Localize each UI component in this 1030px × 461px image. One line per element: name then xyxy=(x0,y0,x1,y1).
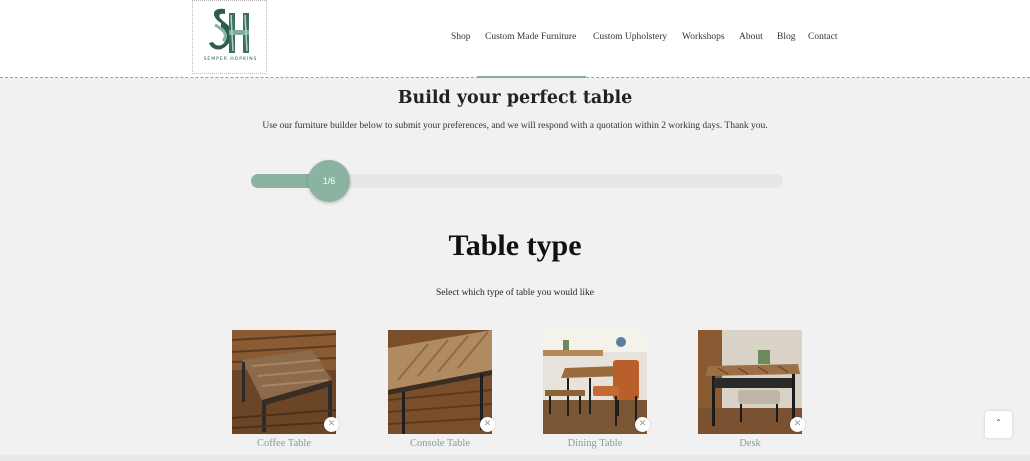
option-desk[interactable]: ✕ Desk xyxy=(698,330,805,449)
option-coffee-table[interactable]: ✕ Coffee Table xyxy=(232,330,339,449)
coffee-table-photo xyxy=(232,330,336,434)
nav-item-workshops[interactable]: Workshops xyxy=(682,32,725,42)
desk-photo xyxy=(698,330,802,434)
close-icon[interactable]: ✕ xyxy=(480,417,495,432)
option-console-table[interactable]: ✕ Console Table xyxy=(388,330,495,449)
close-icon[interactable]: ✕ xyxy=(790,417,805,432)
nav-item-shop[interactable]: Shop xyxy=(451,32,471,42)
step-description: Select which type of table you would lik… xyxy=(435,288,595,298)
option-label: Console Table xyxy=(409,438,471,449)
nav-item-custom-made-furniture[interactable]: Custom Made Furniture xyxy=(485,32,576,42)
site-header: SEMPER HOPKINS Shop Custom Made Furnitur… xyxy=(0,0,1030,78)
option-label: Dining Table xyxy=(567,438,623,449)
close-icon[interactable]: ✕ xyxy=(635,417,650,432)
option-dining-table[interactable]: ✕ Dining Table xyxy=(543,330,650,449)
nav-item-blog[interactable]: Blog xyxy=(777,32,795,42)
logo-text: SEMPER HOPKINS xyxy=(203,57,258,62)
builder-subtitle: Use our furniture builder below to submi… xyxy=(262,121,768,131)
chevron-up-icon: ˆ xyxy=(996,419,1001,430)
progress-step-indicator[interactable]: 1/6 xyxy=(308,160,350,202)
nav-item-contact[interactable]: Contact xyxy=(808,32,838,42)
scroll-to-top-button[interactable]: ˆ xyxy=(985,411,1012,438)
semper-hopkins-logo[interactable]: SEMPER HOPKINS xyxy=(192,0,267,74)
nav-active-indicator xyxy=(477,76,586,78)
dining-table-photo xyxy=(543,330,647,434)
nav-item-about[interactable]: About xyxy=(739,32,763,42)
option-label: Coffee Table xyxy=(257,438,311,449)
builder-title: Build your perfect table xyxy=(397,88,633,108)
step-title: Table type xyxy=(448,229,582,262)
logo-monogram-icon xyxy=(209,8,249,53)
close-icon[interactable]: ✕ xyxy=(324,417,339,432)
option-label: Desk xyxy=(739,438,761,449)
page-bottom-edge xyxy=(0,455,1030,461)
nav-item-custom-upholstery[interactable]: Custom Upholstery xyxy=(593,32,667,42)
console-table-photo xyxy=(388,330,492,434)
